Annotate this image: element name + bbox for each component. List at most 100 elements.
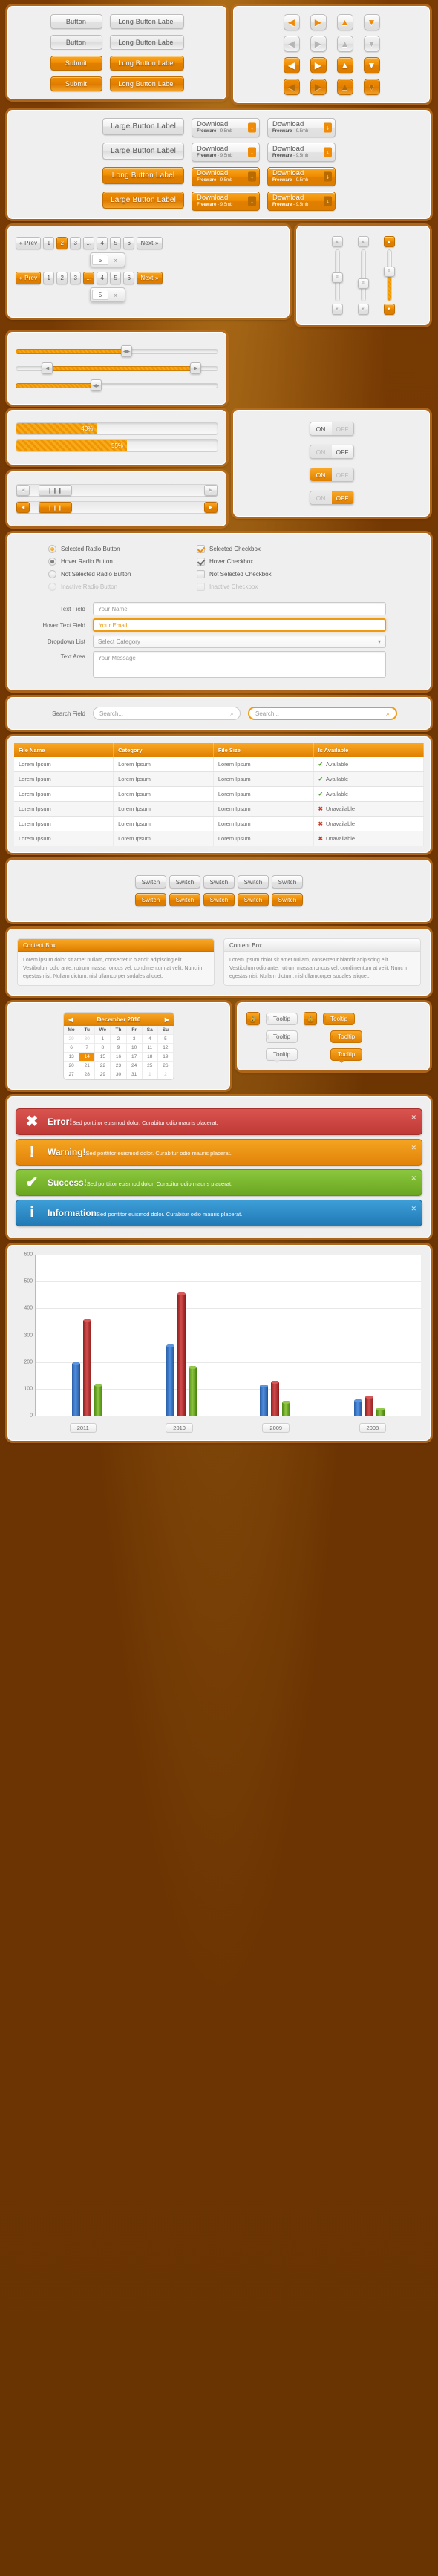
scrollbar-grey[interactable]: ◀ ❙❙❙ ▶ [16, 484, 218, 497]
scrollbar-thumb[interactable]: ❙❙❙ [39, 485, 72, 496]
arrow-down-button-disabled[interactable]: ▼ [363, 36, 380, 52]
col-file-name[interactable]: File Name [14, 743, 114, 757]
pagination-next-orange[interactable]: Next » [137, 272, 163, 284]
pagination-page-6[interactable]: 6 [123, 237, 135, 249]
scrollbar-left-button-orange[interactable]: ◀ [16, 502, 30, 513]
calendar-day[interactable]: 30 [111, 1070, 127, 1079]
vslider-down-button-3[interactable]: ▼ [383, 304, 395, 315]
calendar-day[interactable]: 28 [79, 1070, 96, 1079]
button-normal-small[interactable]: Button [50, 14, 102, 29]
calendar-day[interactable]: 25 [142, 1062, 158, 1070]
arrow-down-button-orange[interactable]: ▼ [363, 57, 380, 73]
pagination-prev[interactable]: « Prev [16, 237, 42, 249]
search-input-hover[interactable]: Search... ⌕ [248, 707, 397, 720]
close-icon[interactable]: ✕ [411, 1114, 416, 1122]
slider-handle[interactable]: ◀▶ [120, 345, 132, 357]
switch-tab-orange-5[interactable]: Switch [272, 893, 303, 906]
calendar-day[interactable]: 13 [64, 1053, 80, 1062]
calendar-day[interactable]: 30 [79, 1035, 96, 1044]
vertical-slider-2[interactable]: ▲ ≡ ▼ [357, 236, 369, 315]
vslider-track-2[interactable]: ≡ [357, 249, 369, 301]
arrow-left-button-disabled[interactable]: ◀ [283, 36, 300, 52]
lock-button[interactable]: 🔒 [246, 1012, 260, 1025]
toggle-off-label[interactable]: OFF [331, 422, 353, 435]
download-button-orange-hover[interactable]: Download Freeware - 9.5mb ↓ [192, 192, 260, 211]
calendar-day[interactable]: 7 [79, 1044, 96, 1053]
checkbox-selected-row[interactable]: Selected Checkbox [197, 543, 308, 555]
scrollbar-thumb-orange[interactable]: ❙❙❙ [39, 502, 72, 513]
pagination-page-3[interactable]: 3 [70, 237, 82, 249]
pagination-page-1-o[interactable]: 1 [43, 272, 55, 284]
col-is-available[interactable]: Is Available [313, 743, 425, 757]
pagination-page-4-o[interactable]: 4 [97, 272, 108, 284]
download-button-orange-hover-2[interactable]: Download Freeware - 9.5mb ↓ [267, 192, 336, 211]
arrow-down-button[interactable]: ▼ [363, 14, 380, 30]
toggle-off-orange[interactable]: ON OFF [309, 491, 354, 505]
long-button-orange[interactable]: Long Button Label [102, 167, 184, 184]
arrow-right-button-disabled[interactable]: ▶ [310, 36, 327, 52]
vslider-down-button-2[interactable]: ▼ [357, 304, 369, 315]
toggle-off-label-4[interactable]: OFF [331, 491, 353, 504]
calendar-day[interactable]: 10 [126, 1044, 143, 1053]
calendar-day[interactable]: 9 [111, 1044, 127, 1053]
switch-tab-orange-2[interactable]: Switch [169, 893, 200, 906]
arrow-left-button-orange[interactable]: ◀ [283, 57, 300, 73]
checkbox-hover-row[interactable]: Hover Checkbox [197, 555, 308, 568]
vslider-up-button-3[interactable]: ▲ [383, 236, 395, 247]
calendar-day[interactable]: 5 [157, 1035, 174, 1044]
toggle-off-label-2[interactable]: OFF [331, 445, 353, 458]
calendar-day[interactable]: 2 [111, 1035, 127, 1044]
arrow-left-button[interactable]: ◀ [283, 14, 300, 30]
switch-tab-orange-4[interactable]: Switch [238, 893, 269, 906]
download-button-normal[interactable]: Download Freeware - 9.5mb ↓ [192, 118, 260, 137]
pagination-jump-dropdown-2[interactable]: 5 » [90, 287, 125, 302]
arrow-up-button-orange[interactable]: ▲ [336, 57, 353, 73]
radio-selected-row[interactable]: Selected Radio Button [48, 543, 174, 555]
toggle-on-orange[interactable]: ON OFF [309, 468, 354, 482]
calendar-day[interactable]: 4 [142, 1035, 158, 1044]
vslider-track-3[interactable]: ≡ [383, 249, 395, 301]
hover-text-field-input[interactable]: Your Email [93, 618, 386, 632]
checkbox-empty-row[interactable]: Not Selected Checkbox [197, 568, 308, 581]
calendar-day[interactable]: 20 [64, 1062, 80, 1070]
col-file-size[interactable]: File Size [213, 743, 314, 757]
button-submit-small[interactable]: Submit [50, 56, 102, 71]
calendar-day[interactable]: 24 [126, 1062, 143, 1070]
toggle-on-label-4[interactable]: ON [310, 491, 332, 504]
radio-empty-icon[interactable] [48, 570, 56, 578]
calendar-day[interactable]: 16 [111, 1053, 127, 1062]
vslider-handle[interactable]: ≡ [331, 272, 343, 283]
toggle-off-label-3[interactable]: OFF [331, 468, 353, 481]
pagination-ellipsis[interactable]: ... [83, 237, 95, 249]
arrow-down-button-orange-hover[interactable]: ▼ [363, 79, 380, 95]
switch-tab-3[interactable]: Switch [203, 875, 235, 889]
toggle-on-label[interactable]: ON [310, 422, 332, 435]
checkbox-hover-icon[interactable] [197, 558, 205, 566]
dropdown-select[interactable]: Select Category ▾ [93, 635, 386, 648]
large-button-hover[interactable]: Large Button Label [102, 143, 184, 160]
calendar-day[interactable]: 17 [126, 1053, 143, 1062]
pagination-page-2-o[interactable]: 2 [56, 272, 68, 284]
slider-handle-left[interactable]: ◀ [42, 362, 53, 374]
magnifier-icon[interactable]: ⌕ [386, 710, 390, 718]
vslider-up-button[interactable]: ▲ [331, 236, 343, 247]
calendar-day[interactable]: 15 [95, 1053, 111, 1062]
arrow-up-button-orange-hover[interactable]: ▲ [336, 79, 353, 95]
calendar-prev-icon[interactable]: ◀ [68, 1016, 73, 1023]
slider-range[interactable]: ◀ ▶ [16, 362, 218, 374]
calendar-day[interactable]: 21 [79, 1062, 96, 1070]
calendar-day[interactable]: 26 [157, 1062, 174, 1070]
calendar-day[interactable]: 23 [111, 1062, 127, 1070]
scrollbar-right-button[interactable]: ▶ [204, 485, 218, 496]
toggle-off-grey[interactable]: ON OFF [309, 445, 354, 459]
large-button-normal[interactable]: Large Button Label [102, 118, 184, 135]
calendar-day[interactable]: 29 [64, 1035, 80, 1044]
close-icon[interactable]: ✕ [411, 1205, 416, 1213]
checkbox-selected-icon[interactable] [197, 545, 205, 553]
pagination-next[interactable]: Next » [137, 237, 163, 249]
slider-single-2[interactable]: ◀▶ [16, 379, 218, 391]
vslider-up-button-2[interactable]: ▲ [357, 236, 369, 247]
pagination-jump-input-2[interactable]: 5 [92, 290, 108, 300]
col-category[interactable]: Category [113, 743, 214, 757]
arrow-right-button[interactable]: ▶ [310, 14, 327, 30]
